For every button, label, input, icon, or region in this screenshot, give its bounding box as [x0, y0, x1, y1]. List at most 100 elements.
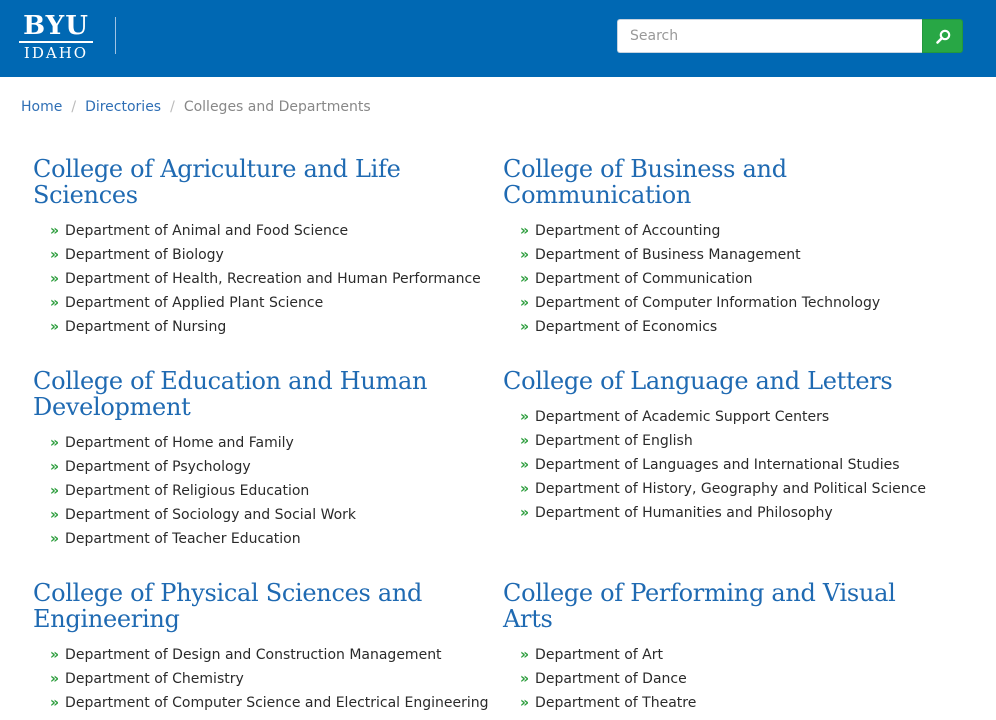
college-title[interactable]: College of Business and Communication [503, 156, 943, 208]
department-item: » Department of Sociology and Social Work [50, 503, 473, 527]
department-link[interactable]: Department of Animal and Food Science [65, 223, 348, 239]
search-input[interactable] [617, 19, 922, 53]
department-link[interactable]: Department of Design and Construction Ma… [65, 647, 442, 663]
department-link[interactable]: Department of English [535, 433, 693, 449]
byu-idaho-logo[interactable]: BYU IDAHO [19, 13, 93, 62]
chevron-right-icon: » [520, 457, 530, 473]
chevron-right-icon: » [520, 295, 530, 311]
department-item: » Department of Accounting [520, 219, 943, 243]
department-link[interactable]: Department of Business Management [535, 247, 801, 263]
department-link[interactable]: Department of Health, Recreation and Hum… [65, 271, 481, 287]
chevron-right-icon: » [520, 223, 530, 239]
department-link[interactable]: Department of Computer Information Techn… [535, 295, 880, 311]
chevron-right-icon: » [50, 223, 60, 239]
department-list: » Department of Accounting » Department of… [520, 219, 943, 339]
chevron-right-icon: » [50, 507, 60, 523]
department-link[interactable]: Department of Applied Plant Science [65, 295, 323, 311]
site-header: BYU IDAHO [0, 0, 996, 77]
college-section: College of Language and Letters » Departm… [503, 368, 943, 525]
department-list: » Department of Home and Family » Departme… [50, 431, 473, 551]
department-link[interactable]: Department of History, Geography and Pol… [535, 481, 926, 497]
college-section: College of Physical Sciences and Enginee… [33, 580, 489, 715]
department-link[interactable]: Department of Academic Support Centers [535, 409, 829, 425]
logo-wordmark-bottom: IDAHO [23, 44, 89, 62]
department-item: » Department of Economics [520, 315, 943, 339]
chevron-right-icon: » [520, 433, 530, 449]
chevron-right-icon: » [520, 271, 530, 287]
department-item: » Department of Dance [520, 667, 943, 691]
chevron-right-icon: » [50, 459, 60, 475]
department-link[interactable]: Department of Teacher Education [65, 531, 301, 547]
logo-rule [19, 41, 93, 43]
department-item: » Department of Applied Plant Science [50, 291, 473, 315]
chevron-right-icon: » [50, 671, 60, 687]
breadcrumb-directories-link[interactable]: Directories [85, 99, 161, 115]
department-link[interactable]: Department of Accounting [535, 223, 720, 239]
department-list: » Department of Art » Department of Dance … [520, 643, 943, 715]
chevron-right-icon: » [50, 531, 60, 547]
department-item: » Department of Languages and Internation… [520, 453, 943, 477]
breadcrumb-separator: / [71, 99, 77, 115]
department-link[interactable]: Department of Economics [535, 319, 717, 335]
college-title[interactable]: College of Education and Human Developme… [33, 368, 473, 420]
chevron-right-icon: » [50, 695, 60, 711]
college-title[interactable]: College of Language and Letters [503, 368, 943, 394]
college-section: College of Education and Human Developme… [33, 368, 473, 551]
department-link[interactable]: Department of Art [535, 647, 663, 663]
chevron-right-icon: » [520, 695, 530, 711]
breadcrumb-home-link[interactable]: Home [21, 99, 62, 115]
department-item: » Department of Theatre [520, 691, 943, 715]
chevron-right-icon: » [520, 247, 530, 263]
college-section: College of Performing and Visual Arts » D… [503, 580, 943, 715]
college-title[interactable]: College of Performing and Visual Arts [503, 580, 943, 632]
department-link[interactable]: Department of Computer Science and Elect… [65, 695, 488, 711]
header-divider [115, 17, 116, 54]
chevron-right-icon: » [50, 483, 60, 499]
chevron-right-icon: » [50, 295, 60, 311]
department-link[interactable]: Department of Humanities and Philosophy [535, 505, 833, 521]
department-item: » Department of Humanities and Philosophy [520, 501, 943, 525]
search-form [617, 19, 963, 53]
department-link[interactable]: Department of Biology [65, 247, 224, 263]
department-item: » Department of Psychology [50, 455, 473, 479]
department-link[interactable]: Department of Chemistry [65, 671, 244, 687]
chevron-right-icon: » [50, 435, 60, 451]
department-link[interactable]: Department of Sociology and Social Work [65, 507, 356, 523]
college-title[interactable]: College of Physical Sciences and Enginee… [33, 580, 473, 632]
department-item: » Department of Home and Family [50, 431, 473, 455]
chevron-right-icon: » [50, 247, 60, 263]
department-item: » Department of Religious Education [50, 479, 473, 503]
chevron-right-icon: » [50, 319, 60, 335]
department-item: » Department of History, Geography and Po… [520, 477, 943, 501]
chevron-right-icon: » [520, 319, 530, 335]
department-item: » Department of Biology [50, 243, 473, 267]
department-item: » Department of Business Management [520, 243, 943, 267]
chevron-right-icon: » [520, 409, 530, 425]
department-link[interactable]: Department of Psychology [65, 459, 251, 475]
department-link[interactable]: Department of Religious Education [65, 483, 309, 499]
department-item: » Department of English [520, 429, 943, 453]
department-link[interactable]: Department of Communication [535, 271, 752, 287]
department-link[interactable]: Department of Theatre [535, 695, 696, 711]
chevron-right-icon: » [520, 505, 530, 521]
breadcrumb-separator: / [170, 99, 175, 115]
department-item: » Department of Communication [520, 267, 943, 291]
chevron-right-icon: » [50, 271, 60, 287]
department-item: » Department of Animal and Food Science [50, 219, 473, 243]
chevron-right-icon: » [50, 647, 60, 663]
department-link[interactable]: Department of Languages and Internationa… [535, 457, 899, 473]
department-link[interactable]: Department of Dance [535, 671, 687, 687]
department-link[interactable]: Department of Nursing [65, 319, 226, 335]
breadcrumb: Home / Directories / Colleges and Department… [21, 97, 371, 117]
department-list: » Department of Animal and Food Science »… [50, 219, 481, 339]
department-item: » Department of Design and Construction M… [50, 643, 473, 667]
department-list: » Department of Design and Construction M… [50, 643, 489, 715]
chevron-right-icon: » [520, 671, 530, 687]
department-link[interactable]: Department of Home and Family [65, 435, 294, 451]
logo-wordmark-top: BYU [23, 11, 89, 41]
college-title[interactable]: College of Agriculture and Life Sciences [33, 156, 473, 208]
department-item: » Department of Chemistry [50, 667, 473, 691]
search-button[interactable] [922, 19, 963, 53]
department-item: » Department of Academic Support Centers [520, 405, 943, 429]
department-item: » Department of Art [520, 643, 943, 667]
